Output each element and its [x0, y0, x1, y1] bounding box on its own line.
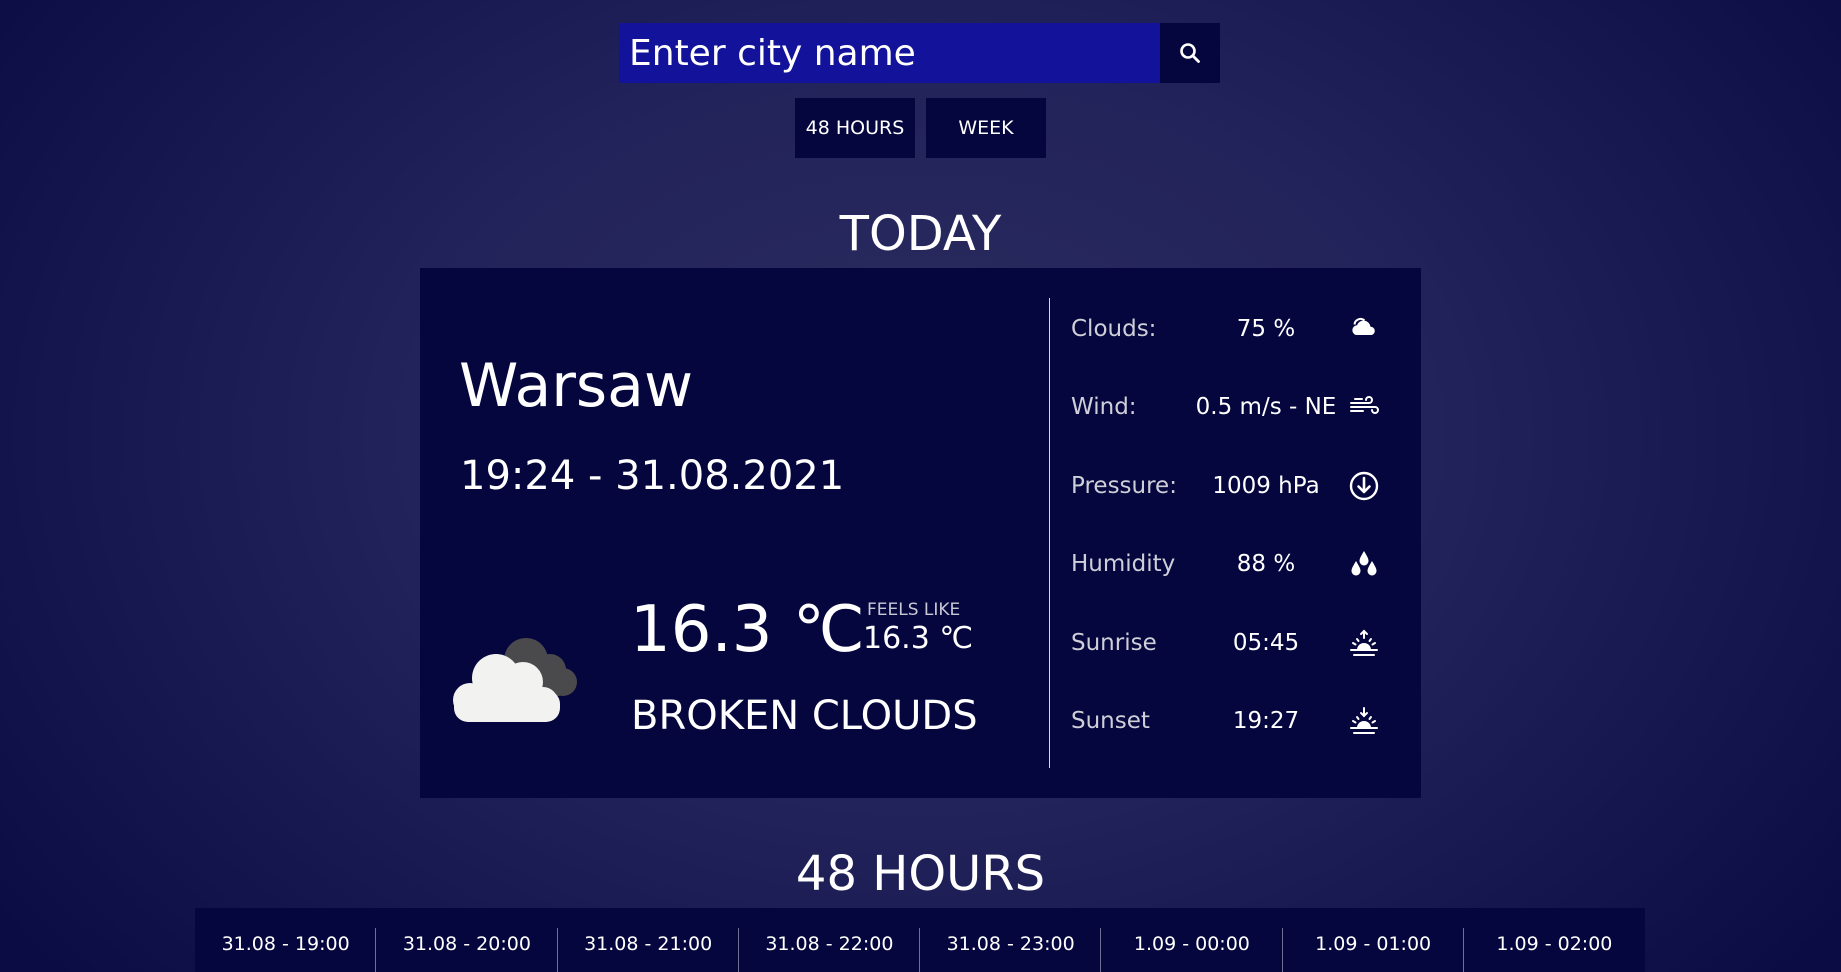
- period-buttons: 48 HOURS WEEK: [795, 98, 1046, 158]
- detail-label: Humidity: [1071, 551, 1176, 578]
- hour-tab[interactable]: 31.08 - 22:00: [739, 908, 920, 972]
- detail-row-wind: Wind: 0.5 m/s - NE: [1071, 368, 1401, 446]
- hour-tab[interactable]: 1.09 - 00:00: [1101, 908, 1283, 972]
- weather-description: BROKEN CLOUDS: [631, 693, 978, 739]
- feels-like-value: 16.3 ℃: [863, 621, 974, 656]
- wind-icon: [1350, 396, 1379, 415]
- detail-row-humidity: Humidity 88 %: [1071, 525, 1401, 603]
- week-button[interactable]: WEEK: [926, 98, 1046, 158]
- detail-value: 19:27: [1232, 707, 1300, 734]
- hour-tab[interactable]: 31.08 - 19:00: [195, 908, 377, 972]
- hours-strip: 31.08 - 19:00 31.08 - 20:00 31.08 - 21:0…: [195, 908, 1645, 972]
- hour-tab[interactable]: 1.09 - 01:00: [1283, 908, 1464, 972]
- detail-row-sunrise: Sunrise 05:45: [1071, 604, 1401, 682]
- detail-row-pressure: Pressure: 1009 hPa: [1071, 447, 1401, 525]
- hour-label: 1.09 - 01:00: [1315, 933, 1432, 955]
- 48-hours-button[interactable]: 48 HOURS: [795, 98, 915, 158]
- search-icon: [1180, 43, 1200, 63]
- detail-value: 75 %: [1236, 316, 1296, 342]
- search-bar: [619, 23, 1220, 83]
- detail-label: Clouds:: [1071, 316, 1157, 342]
- hour-tab[interactable]: 31.08 - 23:00: [920, 908, 1102, 972]
- detail-label: Wind:: [1071, 394, 1137, 421]
- today-card: Warsaw 19:24 - 31.08.2021 16.3 ℃ FEELS L…: [420, 268, 1421, 798]
- city-name: Warsaw: [459, 351, 694, 421]
- cloud-icon: [1352, 317, 1375, 335]
- 48-hours-heading: 48 HOURS: [795, 846, 1046, 902]
- hour-tab[interactable]: 31.08 - 20:00: [376, 908, 558, 972]
- hour-label: 31.08 - 23:00: [946, 933, 1075, 955]
- detail-value: 05:45: [1232, 629, 1300, 656]
- detail-label: Sunset: [1071, 707, 1150, 734]
- hour-label: 31.08 - 20:00: [402, 933, 531, 955]
- detail-label: Pressure:: [1071, 472, 1177, 499]
- detail-value: 0.5 m/s - NE: [1195, 394, 1337, 421]
- hour-label: 31.08 - 19:00: [221, 933, 350, 955]
- detail-row-sunset: Sunset 19:27: [1071, 682, 1401, 760]
- feels-like-label: FEELS LIKE: [867, 600, 961, 620]
- humidity-drops-icon: [1351, 551, 1377, 576]
- weather-details: Clouds: 75 % Wind: 0.5 m/s - NE Pressure…: [1071, 290, 1401, 760]
- date-time: 19:24 - 31.08.2021: [460, 453, 845, 499]
- sunrise-icon: [1350, 629, 1378, 656]
- today-heading: TODAY: [839, 206, 1002, 262]
- search-input[interactable]: [619, 23, 1160, 83]
- hour-tab[interactable]: 31.08 - 21:00: [558, 908, 739, 972]
- detail-label: Sunrise: [1071, 629, 1157, 656]
- hour-label: 31.08 - 21:00: [584, 933, 713, 955]
- hour-label: 1.09 - 00:00: [1133, 933, 1250, 955]
- detail-value: 88 %: [1236, 551, 1296, 578]
- broken-clouds-icon: [453, 638, 577, 722]
- hour-label: 31.08 - 22:00: [765, 933, 894, 955]
- detail-row-clouds: Clouds: 75 %: [1071, 290, 1401, 368]
- sunset-icon: [1350, 706, 1378, 734]
- detail-value: 1009 hPa: [1212, 472, 1320, 499]
- pressure-down-icon: [1349, 471, 1379, 500]
- search-button[interactable]: [1160, 23, 1220, 83]
- hour-tab[interactable]: 1.09 - 02:00: [1464, 908, 1645, 972]
- hour-label: 1.09 - 02:00: [1496, 933, 1613, 955]
- temperature: 16.3 ℃: [630, 593, 865, 667]
- card-divider: [1049, 298, 1050, 768]
